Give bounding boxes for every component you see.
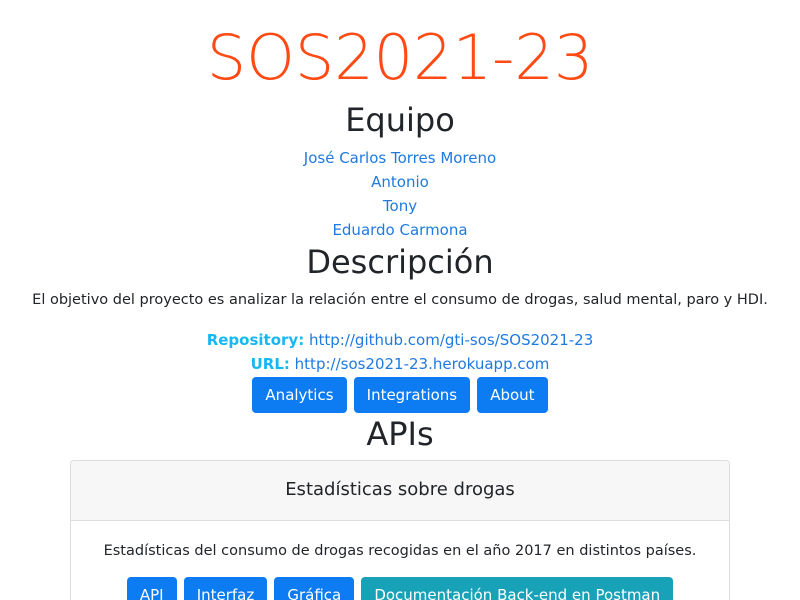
grafica-button[interactable]: Gráfica [274,577,355,600]
integrations-button[interactable]: Integrations [353,377,471,413]
page-title: SOS2021-23 [206,21,594,94]
page: SOS2021-23 Equipo José Carlos Torres Mor… [0,0,800,600]
apis-heading: APIs [366,415,434,453]
description-text: El objetivo del proyecto es analizar la … [32,292,768,308]
api-button[interactable]: API [126,577,177,600]
api-card-button-group: API Interfaz Gráfica Documentación Back-… [71,577,729,600]
team-member: Eduardo Carmona [0,218,800,242]
api-card-description: Estadísticas del consumo de drogas recog… [103,543,697,559]
url-line: URL: http://sos2021-23.herokuapp.com [0,352,800,376]
nav-button-group: Analytics Integrations About [0,377,800,413]
description-heading: Descripción [306,243,494,281]
team-member: Tony [0,194,800,218]
team-member-link[interactable]: Tony [383,197,417,215]
app-url-link[interactable]: http://sos2021-23.herokuapp.com [295,355,550,373]
team-heading: Equipo [345,101,455,139]
postman-docs-button[interactable]: Documentación Back-end en Postman [361,577,674,600]
team-member: José Carlos Torres Moreno [0,146,800,170]
repository-link[interactable]: http://github.com/gti-sos/SOS2021-23 [309,331,593,349]
team-member-link[interactable]: Antonio [371,173,429,191]
about-button[interactable]: About [477,377,548,413]
api-card-title: Estadísticas sobre drogas [71,461,729,521]
api-card-drugs: Estadísticas sobre drogas Estadísticas d… [70,460,730,600]
interfaz-button[interactable]: Interfaz [183,577,268,600]
repository-label: Repository: [206,331,305,349]
team-member: Antonio [0,170,800,194]
team-member-link[interactable]: José Carlos Torres Moreno [304,149,496,167]
repository-line: Repository: http://github.com/gti-sos/SO… [0,328,800,352]
team-member-link[interactable]: Eduardo Carmona [332,221,467,239]
url-label: URL: [250,355,290,373]
analytics-button[interactable]: Analytics [252,377,347,413]
team-list: José Carlos Torres Moreno Antonio Tony E… [0,146,800,242]
